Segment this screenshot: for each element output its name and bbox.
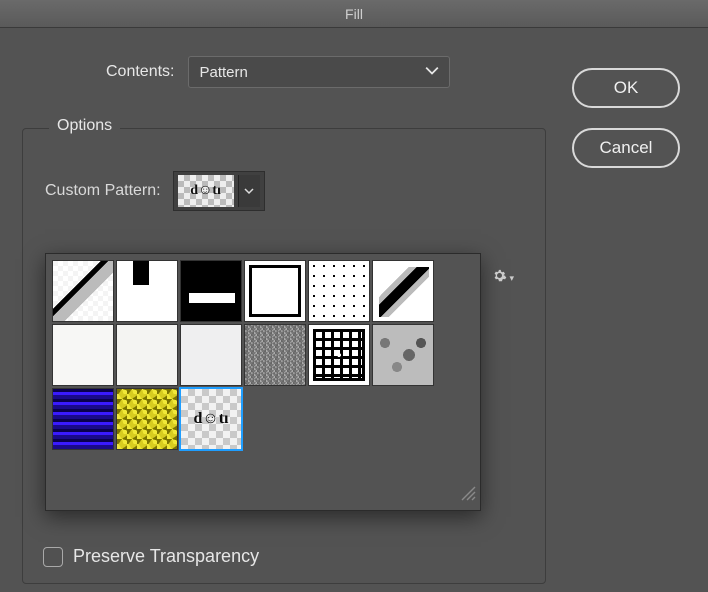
cancel-button[interactable]: Cancel: [572, 128, 680, 168]
pattern-thumb[interactable]: [52, 324, 114, 386]
dialog-body: Contents: Pattern OK Cancel Options Cust…: [0, 28, 708, 592]
pattern-thumb[interactable]: [244, 324, 306, 386]
gear-icon: [492, 268, 507, 288]
options-group: Options Custom Pattern: d☺tı: [22, 128, 546, 584]
dialog-title: Fill: [0, 0, 708, 28]
ok-button[interactable]: OK: [572, 68, 680, 108]
pattern-thumb[interactable]: [308, 260, 370, 322]
pattern-thumb[interactable]: [372, 260, 434, 322]
pattern-thumb[interactable]: [308, 324, 370, 386]
preserve-transparency-checkbox[interactable]: [43, 547, 63, 567]
options-legend: Options: [49, 117, 120, 135]
preserve-transparency-label: Preserve Transparency: [73, 546, 259, 567]
flyout-menu-caret-icon: ▾: [509, 273, 514, 284]
pattern-thumb[interactable]: [116, 324, 178, 386]
pattern-thumb[interactable]: [180, 260, 242, 322]
contents-dropdown[interactable]: Pattern: [188, 56, 450, 88]
custom-pattern-label: Custom Pattern:: [45, 182, 161, 200]
chevron-down-icon: [425, 63, 439, 81]
flyout-menu-button[interactable]: ▾: [492, 268, 514, 288]
custom-pattern-picker[interactable]: d☺tı: [173, 171, 265, 211]
pattern-thumb[interactable]: [116, 260, 178, 322]
pattern-grid: d☺tı: [52, 260, 474, 450]
pattern-thumb[interactable]: [116, 388, 178, 450]
resize-grip[interactable]: [458, 483, 476, 506]
pattern-thumb[interactable]: [180, 324, 242, 386]
current-pattern-swatch: d☺tı: [178, 175, 234, 207]
contents-value: Pattern: [199, 64, 247, 81]
pattern-picker-dropdown-button[interactable]: [238, 175, 260, 207]
contents-label: Contents:: [106, 63, 174, 81]
pattern-thumb[interactable]: [372, 324, 434, 386]
pattern-thumb[interactable]: [52, 388, 114, 450]
pattern-thumb[interactable]: [52, 260, 114, 322]
pattern-flyout-panel: d☺tı ▾: [45, 253, 481, 511]
pattern-thumb[interactable]: [244, 260, 306, 322]
pattern-thumb[interactable]: d☺tı: [180, 388, 242, 450]
